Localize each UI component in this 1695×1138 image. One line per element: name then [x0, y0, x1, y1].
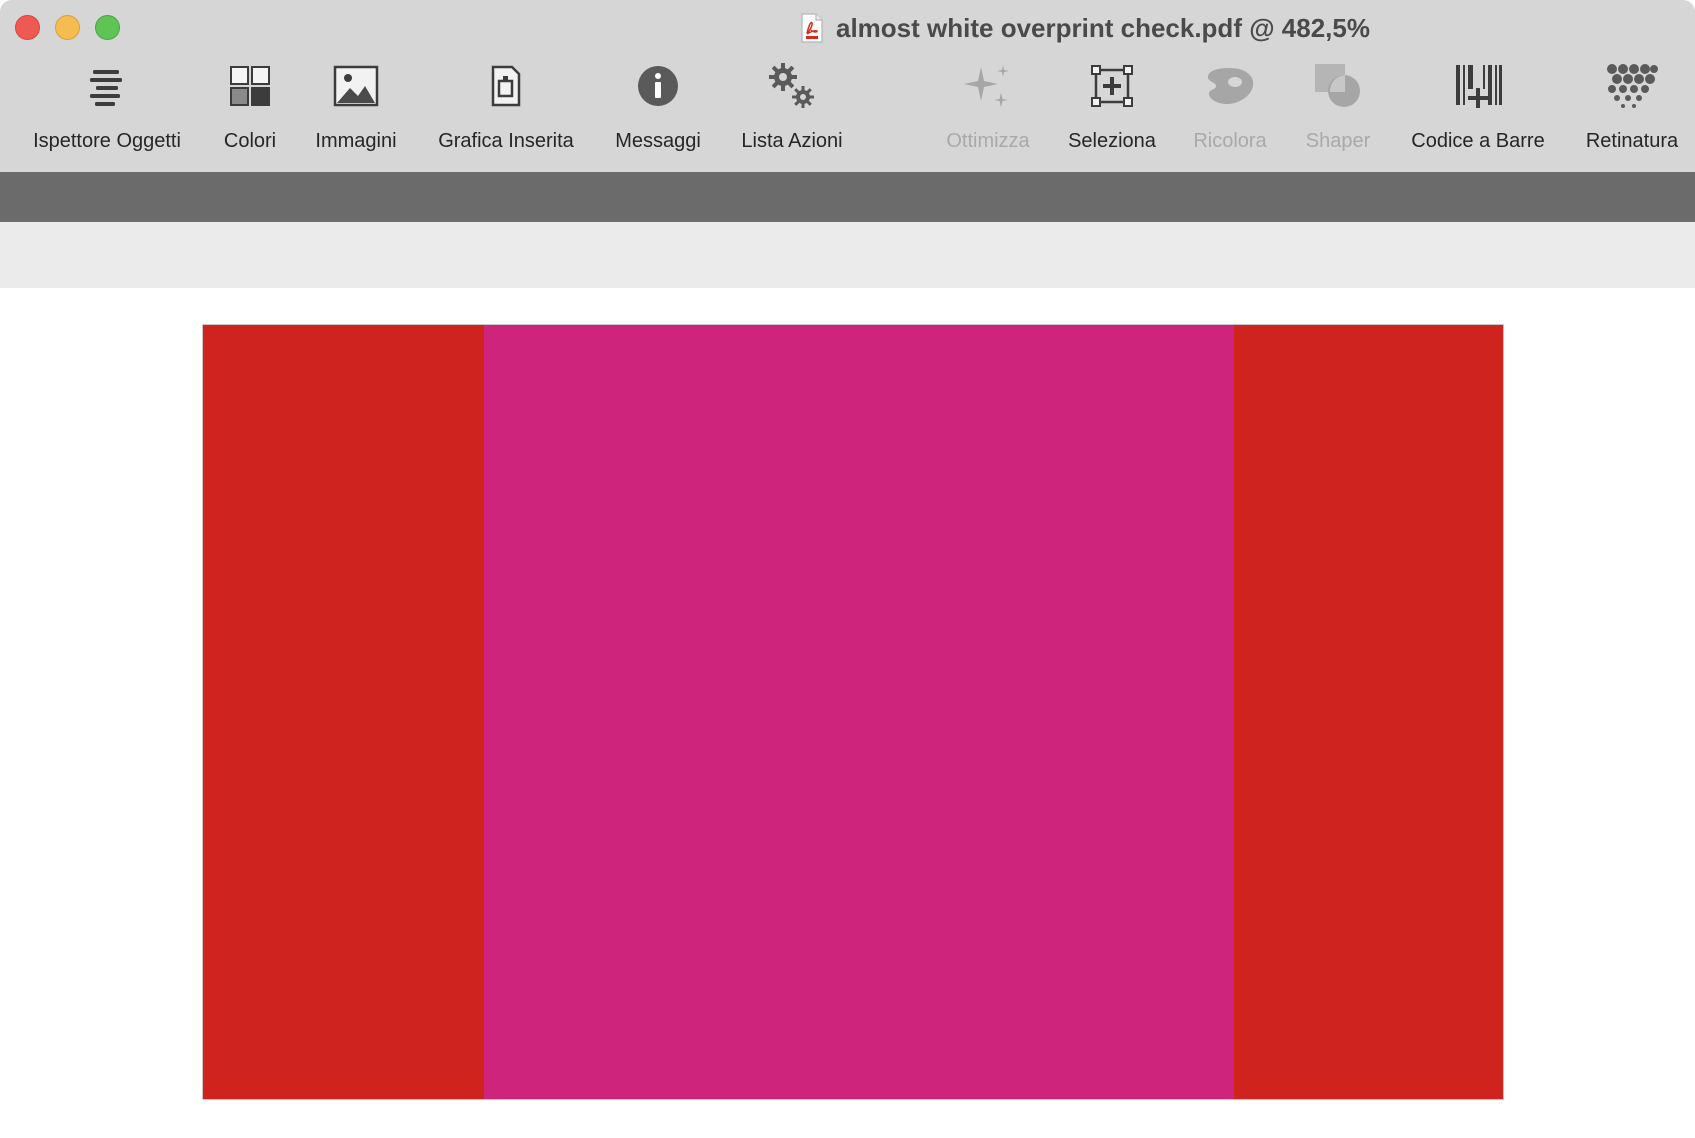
toolbar-item-screening[interactable]: Retinatura	[1578, 56, 1686, 160]
toolbar-item-shaper[interactable]: Shaper	[1298, 56, 1378, 160]
app-window: almost white overprint check.pdf @ 482,5…	[0, 0, 1695, 1138]
shaper-icon	[1308, 56, 1368, 116]
toolbar-item-label: Ispettore Oggetti	[33, 130, 181, 152]
halftone-icon	[1602, 56, 1662, 116]
pdf-file-icon	[800, 13, 824, 43]
sparkles-icon	[958, 56, 1018, 116]
zoom-window-button[interactable]	[95, 15, 120, 40]
toolbar-item-optimize[interactable]: Ottimizza	[942, 56, 1034, 160]
toolbar-item-images[interactable]: Immagini	[308, 56, 404, 160]
toolbar-item-label: Shaper	[1305, 130, 1371, 152]
ruler-bar	[0, 222, 1695, 288]
toolbar-item-label: Immagini	[315, 130, 397, 152]
info-icon	[628, 56, 688, 116]
toolbar-item-barcode[interactable]: Codice a Barre	[1404, 56, 1552, 160]
toolbar-item-label: Messaggi	[615, 130, 701, 152]
select-icon	[1082, 56, 1142, 116]
toolbar-item-object-inspector[interactable]: Ispettore Oggetti	[22, 56, 192, 160]
toolbar-item-action-list[interactable]: Lista Azioni	[732, 56, 852, 160]
images-icon	[326, 56, 386, 116]
window-title: almost white overprint check.pdf @ 482,5…	[800, 8, 1370, 48]
toolbar-item-recolor[interactable]: Ricolora	[1188, 56, 1272, 160]
toolbar-item-label: Codice a Barre	[1411, 130, 1545, 152]
document-canvas[interactable]	[0, 288, 1695, 1138]
close-window-button[interactable]	[15, 15, 40, 40]
barcode-icon	[1448, 56, 1508, 116]
toolbar-item-label: Seleziona	[1068, 130, 1156, 152]
object-inspector-icon	[77, 56, 137, 116]
toolbar-item-label: Grafica Inserita	[438, 130, 574, 152]
toolbar-item-select[interactable]: Seleziona	[1064, 56, 1160, 160]
toolbar-item-label: Ricolora	[1193, 130, 1267, 152]
placed-graphic-icon	[476, 56, 536, 116]
palette-icon	[1200, 56, 1260, 116]
color-band-1	[203, 325, 484, 1099]
titlebar-toolbar: almost white overprint check.pdf @ 482,5…	[0, 0, 1695, 173]
dark-separator-bar	[0, 172, 1695, 222]
toolbar-item-colors[interactable]: Colori	[212, 56, 288, 160]
gears-icon	[762, 56, 822, 116]
toolbar-item-label: Colori	[223, 130, 277, 152]
toolbar-item-label: Lista Azioni	[741, 130, 843, 152]
color-band-2	[483, 325, 1234, 1099]
color-band-3	[1233, 325, 1503, 1099]
colors-icon	[220, 56, 280, 116]
toolbar-item-label: Retinatura	[1585, 130, 1679, 152]
pdf-page[interactable]	[202, 324, 1504, 1100]
toolbar-item-placed-graphics[interactable]: Grafica Inserita	[428, 56, 584, 160]
window-title-text: almost white overprint check.pdf @ 482,5…	[836, 12, 1370, 43]
toolbar-item-messages[interactable]: Messaggi	[608, 56, 708, 160]
toolbar-item-label: Ottimizza	[946, 130, 1030, 152]
minimize-window-button[interactable]	[55, 15, 80, 40]
